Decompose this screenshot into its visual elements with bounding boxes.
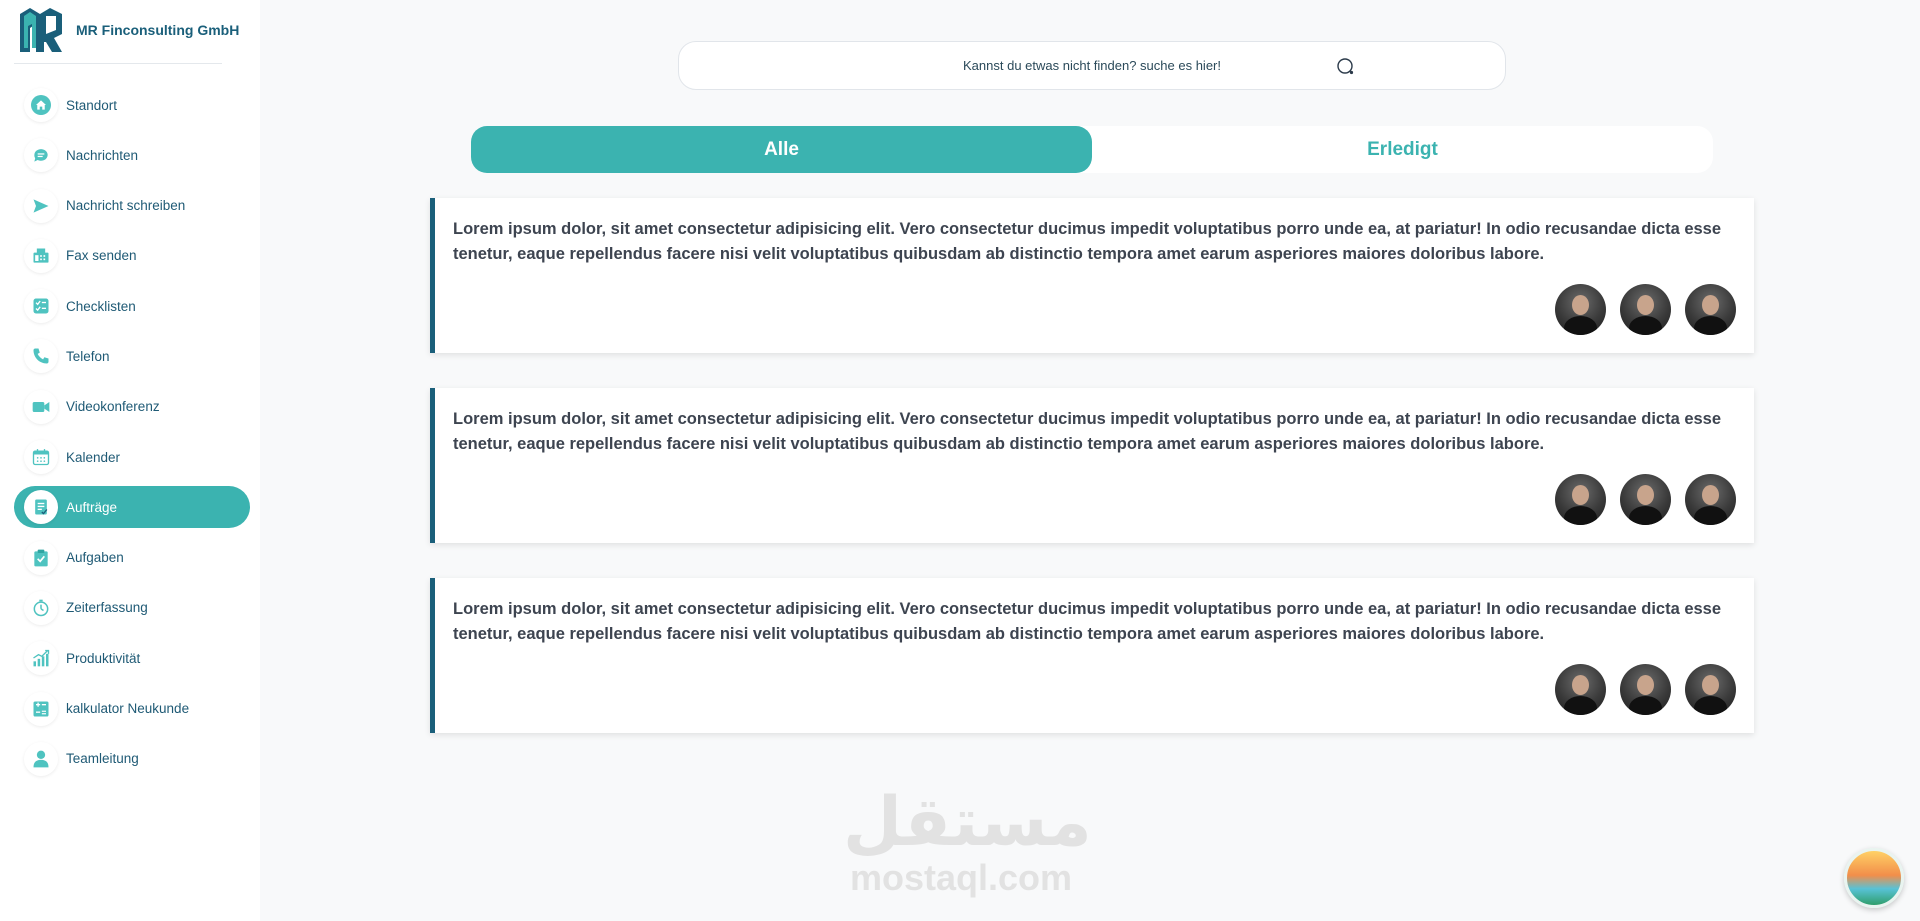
sidebar-item-fax-senden[interactable]: Fax senden xyxy=(14,235,250,277)
brand-logo-icon xyxy=(20,8,62,52)
sidebar-item-videokonferenz[interactable]: Videokonferenz xyxy=(14,386,250,428)
watermark: مستقل mostaql.com xyxy=(843,783,1092,898)
sidebar-item-produktivitaet[interactable]: Produktivität xyxy=(14,637,250,679)
watermark-latin: mostaql.com xyxy=(849,857,1073,898)
search-icon[interactable] xyxy=(1335,56,1357,78)
order-description: Lorem ipsum dolor, sit amet consectetur … xyxy=(453,220,1722,263)
sidebar-item-aufgaben[interactable]: Aufgaben xyxy=(14,537,250,579)
assignee-avatars xyxy=(1555,284,1736,335)
calendar-icon xyxy=(24,440,58,475)
avatar[interactable] xyxy=(1685,474,1736,525)
order-card[interactable]: Lorem ipsum dolor, sit amet consectetur … xyxy=(430,578,1754,733)
sidebar-item-kalender[interactable]: Kalender xyxy=(14,436,250,478)
order-card[interactable]: Lorem ipsum dolor, sit amet consectetur … xyxy=(430,388,1754,543)
orders-icon xyxy=(24,490,58,525)
assignee-avatars xyxy=(1555,474,1736,525)
avatar[interactable] xyxy=(1685,664,1736,715)
order-list: Lorem ipsum dolor, sit amet consectetur … xyxy=(430,198,1754,768)
chat-widget-button[interactable] xyxy=(1844,848,1904,908)
chat-icon xyxy=(24,138,58,173)
order-card[interactable]: Lorem ipsum dolor, sit amet consectetur … xyxy=(430,198,1754,353)
divider xyxy=(14,63,222,64)
avatar[interactable] xyxy=(1555,474,1606,525)
sidebar-nav: Standort Nachrichten Nachricht schreiben… xyxy=(14,84,250,788)
sidebar-item-checklisten[interactable]: Checklisten xyxy=(14,285,250,327)
sidebar-item-label: kalkulator Neukunde xyxy=(66,701,190,717)
avatar[interactable] xyxy=(1620,474,1671,525)
avatar[interactable] xyxy=(1620,284,1671,335)
send-icon xyxy=(24,188,58,223)
search-input[interactable] xyxy=(892,58,1292,73)
sidebar-item-label: Produktivität xyxy=(66,650,141,666)
sidebar-item-nachrichten[interactable]: Nachrichten xyxy=(14,134,250,176)
avatar[interactable] xyxy=(1620,664,1671,715)
checklist-icon xyxy=(24,289,58,324)
stopwatch-icon xyxy=(24,590,58,625)
avatar[interactable] xyxy=(1555,284,1606,335)
sidebar-item-auftraege[interactable]: Aufträge xyxy=(14,486,250,529)
sidebar-item-label: Zeiterfassung xyxy=(66,600,148,616)
tab-alle[interactable]: Alle xyxy=(471,126,1092,173)
sidebar-item-standort[interactable]: Standort xyxy=(14,84,250,126)
sidebar-item-label: Aufgaben xyxy=(66,550,124,566)
sidebar-item-zeiterfassung[interactable]: Zeiterfassung xyxy=(14,587,250,629)
brand[interactable]: MR Finconsulting GmbH xyxy=(16,4,239,56)
sidebar-item-label: Aufträge xyxy=(66,499,118,515)
assignee-avatars xyxy=(1555,664,1736,715)
sidebar-item-label: Standort xyxy=(66,97,118,113)
chart-icon xyxy=(24,641,58,676)
home-icon xyxy=(24,88,58,122)
brand-name: MR Finconsulting GmbH xyxy=(76,22,240,38)
avatar[interactable] xyxy=(1555,664,1606,715)
order-description: Lorem ipsum dolor, sit amet consectetur … xyxy=(453,410,1722,453)
sidebar-item-label: Nachricht schreiben xyxy=(66,198,186,214)
watermark-arabic: مستقل xyxy=(843,783,1092,862)
clipboard-check-icon xyxy=(24,540,58,575)
phone-icon xyxy=(24,339,58,374)
order-description: Lorem ipsum dolor, sit amet consectetur … xyxy=(453,600,1722,643)
sidebar-item-kalkulator-neukunde[interactable]: kalkulator Neukunde xyxy=(14,688,250,730)
sidebar-item-label: Telefon xyxy=(66,348,110,364)
sidebar-item-telefon[interactable]: Telefon xyxy=(14,335,250,377)
sidebar-item-label: Checklisten xyxy=(66,298,136,314)
tab-erledigt[interactable]: Erledigt xyxy=(1092,126,1713,173)
avatar[interactable] xyxy=(1685,284,1736,335)
sidebar: MR Finconsulting GmbH Standort Nachricht… xyxy=(0,0,260,921)
video-icon xyxy=(24,389,58,424)
sidebar-item-label: Videokonferenz xyxy=(66,399,160,415)
search-bar xyxy=(678,41,1506,90)
sidebar-item-label: Teamleitung xyxy=(66,751,139,767)
sidebar-item-teamleitung[interactable]: Teamleitung xyxy=(14,738,250,780)
calculator-icon xyxy=(24,691,58,726)
sidebar-item-nachricht-schreiben[interactable]: Nachricht schreiben xyxy=(14,185,250,227)
sidebar-item-label: Nachrichten xyxy=(66,147,139,163)
user-icon xyxy=(24,741,58,776)
fax-icon xyxy=(24,238,58,273)
sidebar-item-label: Kalender xyxy=(66,449,121,465)
sidebar-item-label: Fax senden xyxy=(66,248,137,264)
tab-bar: Alle Erledigt xyxy=(471,126,1713,173)
